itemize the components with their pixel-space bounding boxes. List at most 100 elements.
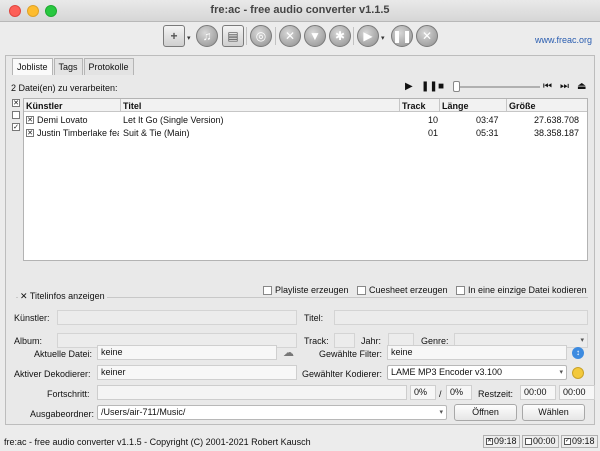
encoder-label: Gewählter Kodierer: (302, 369, 383, 379)
player-position-slider[interactable] (460, 86, 540, 88)
cuesheet-checkbox[interactable] (357, 286, 366, 296)
filter-info-icon[interactable]: ↕ (572, 347, 584, 359)
player-stop-icon[interactable]: ■ (438, 81, 444, 93)
row-track: 10 (428, 115, 439, 125)
chevron-down-icon: ▾ (439, 409, 443, 416)
progress-label: Fortschritt: (47, 389, 90, 399)
add-files-icon[interactable]: + (163, 25, 185, 47)
tab-jobliste[interactable]: Jobliste (12, 58, 53, 75)
row-title: Let It Go (Single Version) (123, 115, 224, 125)
player-pause-icon[interactable]: ❚❚ (421, 81, 438, 93)
player-next-icon[interactable]: ⏭ (560, 81, 569, 93)
playlist-label: Playliste erzeugen (275, 285, 349, 295)
track-field[interactable] (334, 333, 355, 348)
status-check-icon: ✕ (486, 438, 493, 446)
single-file-checkbox[interactable] (456, 286, 465, 296)
progress-file-bar (97, 385, 407, 400)
column-track[interactable]: Track (402, 101, 426, 111)
toggle-selection-checkbox[interactable]: ✓ (12, 123, 20, 131)
pause-icon[interactable]: ❚❚ (391, 25, 413, 47)
file-add-icon[interactable]: ▤ (222, 25, 244, 47)
open-folder-button[interactable]: Öffnen (454, 404, 517, 421)
table-header: Künstler Titel Track Länge Größe (24, 99, 587, 112)
row-artist: Justin Timberlake feat. (37, 128, 119, 138)
status-bar: fre:ac - free audio converter v1.1.5 - C… (0, 433, 600, 451)
tab-protokolle[interactable]: Protokolle (83, 58, 134, 75)
window-title: fre:ac - free audio converter v1.1.5 (210, 4, 390, 16)
player-previous-icon[interactable]: ⏮ (543, 81, 552, 93)
chevron-down-icon: ▾ (559, 369, 563, 376)
play-icon[interactable]: ▶ (357, 25, 379, 47)
current-file-label: Aktuelle Datei: (34, 349, 93, 359)
play-dropdown-icon[interactable]: ▾ (381, 34, 385, 42)
progress-separator: / (439, 389, 442, 399)
cd-add-icon[interactable]: ♫ (196, 25, 218, 47)
tab-bar: Jobliste Tags Protokolle (12, 58, 135, 75)
filter-field: keine (387, 345, 567, 360)
row-title: Suit & Tie (Main) (123, 128, 190, 138)
player-play-icon[interactable]: ▶ (405, 81, 413, 93)
column-length[interactable]: Länge (442, 101, 469, 111)
choose-folder-button[interactable]: Wählen (522, 404, 585, 421)
filter-label: Gewählte Filter: (319, 349, 383, 359)
row-size: 38.358.187 (534, 128, 580, 138)
status-time-3: ✓ 09:18 (561, 435, 598, 448)
current-file-field: keine (97, 345, 277, 360)
artist-field[interactable] (57, 310, 297, 325)
column-title[interactable]: Titel (123, 101, 141, 111)
status-time-1-value: 09:18 (494, 436, 517, 446)
cuesheet-label: Cuesheet erzeugen (369, 285, 448, 295)
decoder-label: Aktiver Dekodierer: (14, 369, 91, 379)
column-size[interactable]: Größe (509, 101, 536, 111)
filter-icon[interactable]: ▼ (304, 25, 326, 47)
encoder-config-icon[interactable] (572, 367, 584, 379)
progress-total-percent: 0% (446, 385, 472, 400)
gear-icon[interactable]: ✱ (329, 25, 351, 47)
row-length: 03:47 (476, 115, 499, 125)
track-label: Track: (304, 336, 329, 346)
row-size: 27.638.708 (534, 115, 580, 125)
encoder-value: LAME MP3 Encoder v3.100 (391, 367, 503, 377)
status-tick-icon: ✓ (564, 438, 571, 446)
select-all-checkbox[interactable]: ✕ (12, 99, 20, 107)
titleinfo-toggle-label: Titelinfos anzeigen (29, 291, 105, 301)
status-time-2-value: 00:00 (533, 436, 556, 446)
settings-icon[interactable]: ✕ (279, 25, 301, 47)
player-slider-knob[interactable] (453, 81, 460, 92)
row-artist: Demi Lovato (37, 115, 88, 125)
cddb-query-icon[interactable]: ◎ (250, 25, 272, 47)
remaining-label: Restzeit: (478, 389, 514, 399)
status-time-1: ✕ 09:18 (483, 435, 520, 448)
year-label: Jahr: (361, 336, 382, 346)
encoder-select[interactable]: LAME MP3 Encoder v3.100 ▾ (387, 365, 567, 380)
eject-icon[interactable]: ⏏ (577, 81, 586, 93)
single-file-option[interactable]: In eine einzige Datei kodieren (456, 285, 587, 296)
remaining-total-time: 00:00 (559, 385, 595, 400)
row-checkbox[interactable]: ✕ (26, 116, 34, 124)
stop-icon[interactable]: ✕ (416, 25, 438, 47)
row-track: 01 (428, 128, 439, 138)
row-checkbox[interactable]: ✕ (26, 129, 34, 137)
file-count-text: 2 Datei(en) zu verarbeiten: (11, 83, 118, 93)
album-label: Album: (14, 336, 43, 346)
website-link[interactable]: www.freac.org (535, 35, 592, 45)
output-folder-select[interactable]: /Users/air-711/Music/ ▾ (97, 405, 447, 420)
genre-dropdown-icon[interactable]: ▾ (580, 334, 584, 347)
joblist-table[interactable]: Künstler Titel Track Länge Größe ✕ Demi … (23, 98, 588, 261)
cuesheet-option[interactable]: Cuesheet erzeugen (357, 285, 448, 296)
titleinfo-toggle[interactable]: ✕ Titelinfos anzeigen (18, 291, 107, 302)
playlist-option[interactable]: Playliste erzeugen (263, 285, 349, 296)
title-field[interactable] (334, 310, 588, 325)
add-files-dropdown-icon[interactable]: ▾ (187, 34, 191, 42)
table-row[interactable]: ✕ Justin Timberlake feat. Suit & Tie (Ma… (24, 127, 587, 139)
status-text: fre:ac - free audio converter v1.1.5 - C… (4, 437, 311, 447)
playlist-checkbox[interactable] (263, 286, 272, 296)
row-length: 05:31 (476, 128, 499, 138)
drive-icon: ☁ (283, 347, 294, 359)
status-time-2: 00:00 (522, 435, 559, 448)
select-none-checkbox[interactable] (12, 111, 20, 119)
tab-tags[interactable]: Tags (53, 58, 83, 75)
column-artist[interactable]: Künstler (26, 101, 63, 111)
title-label: Titel: (304, 313, 324, 323)
table-row[interactable]: ✕ Demi Lovato Let It Go (Single Version)… (24, 114, 587, 126)
